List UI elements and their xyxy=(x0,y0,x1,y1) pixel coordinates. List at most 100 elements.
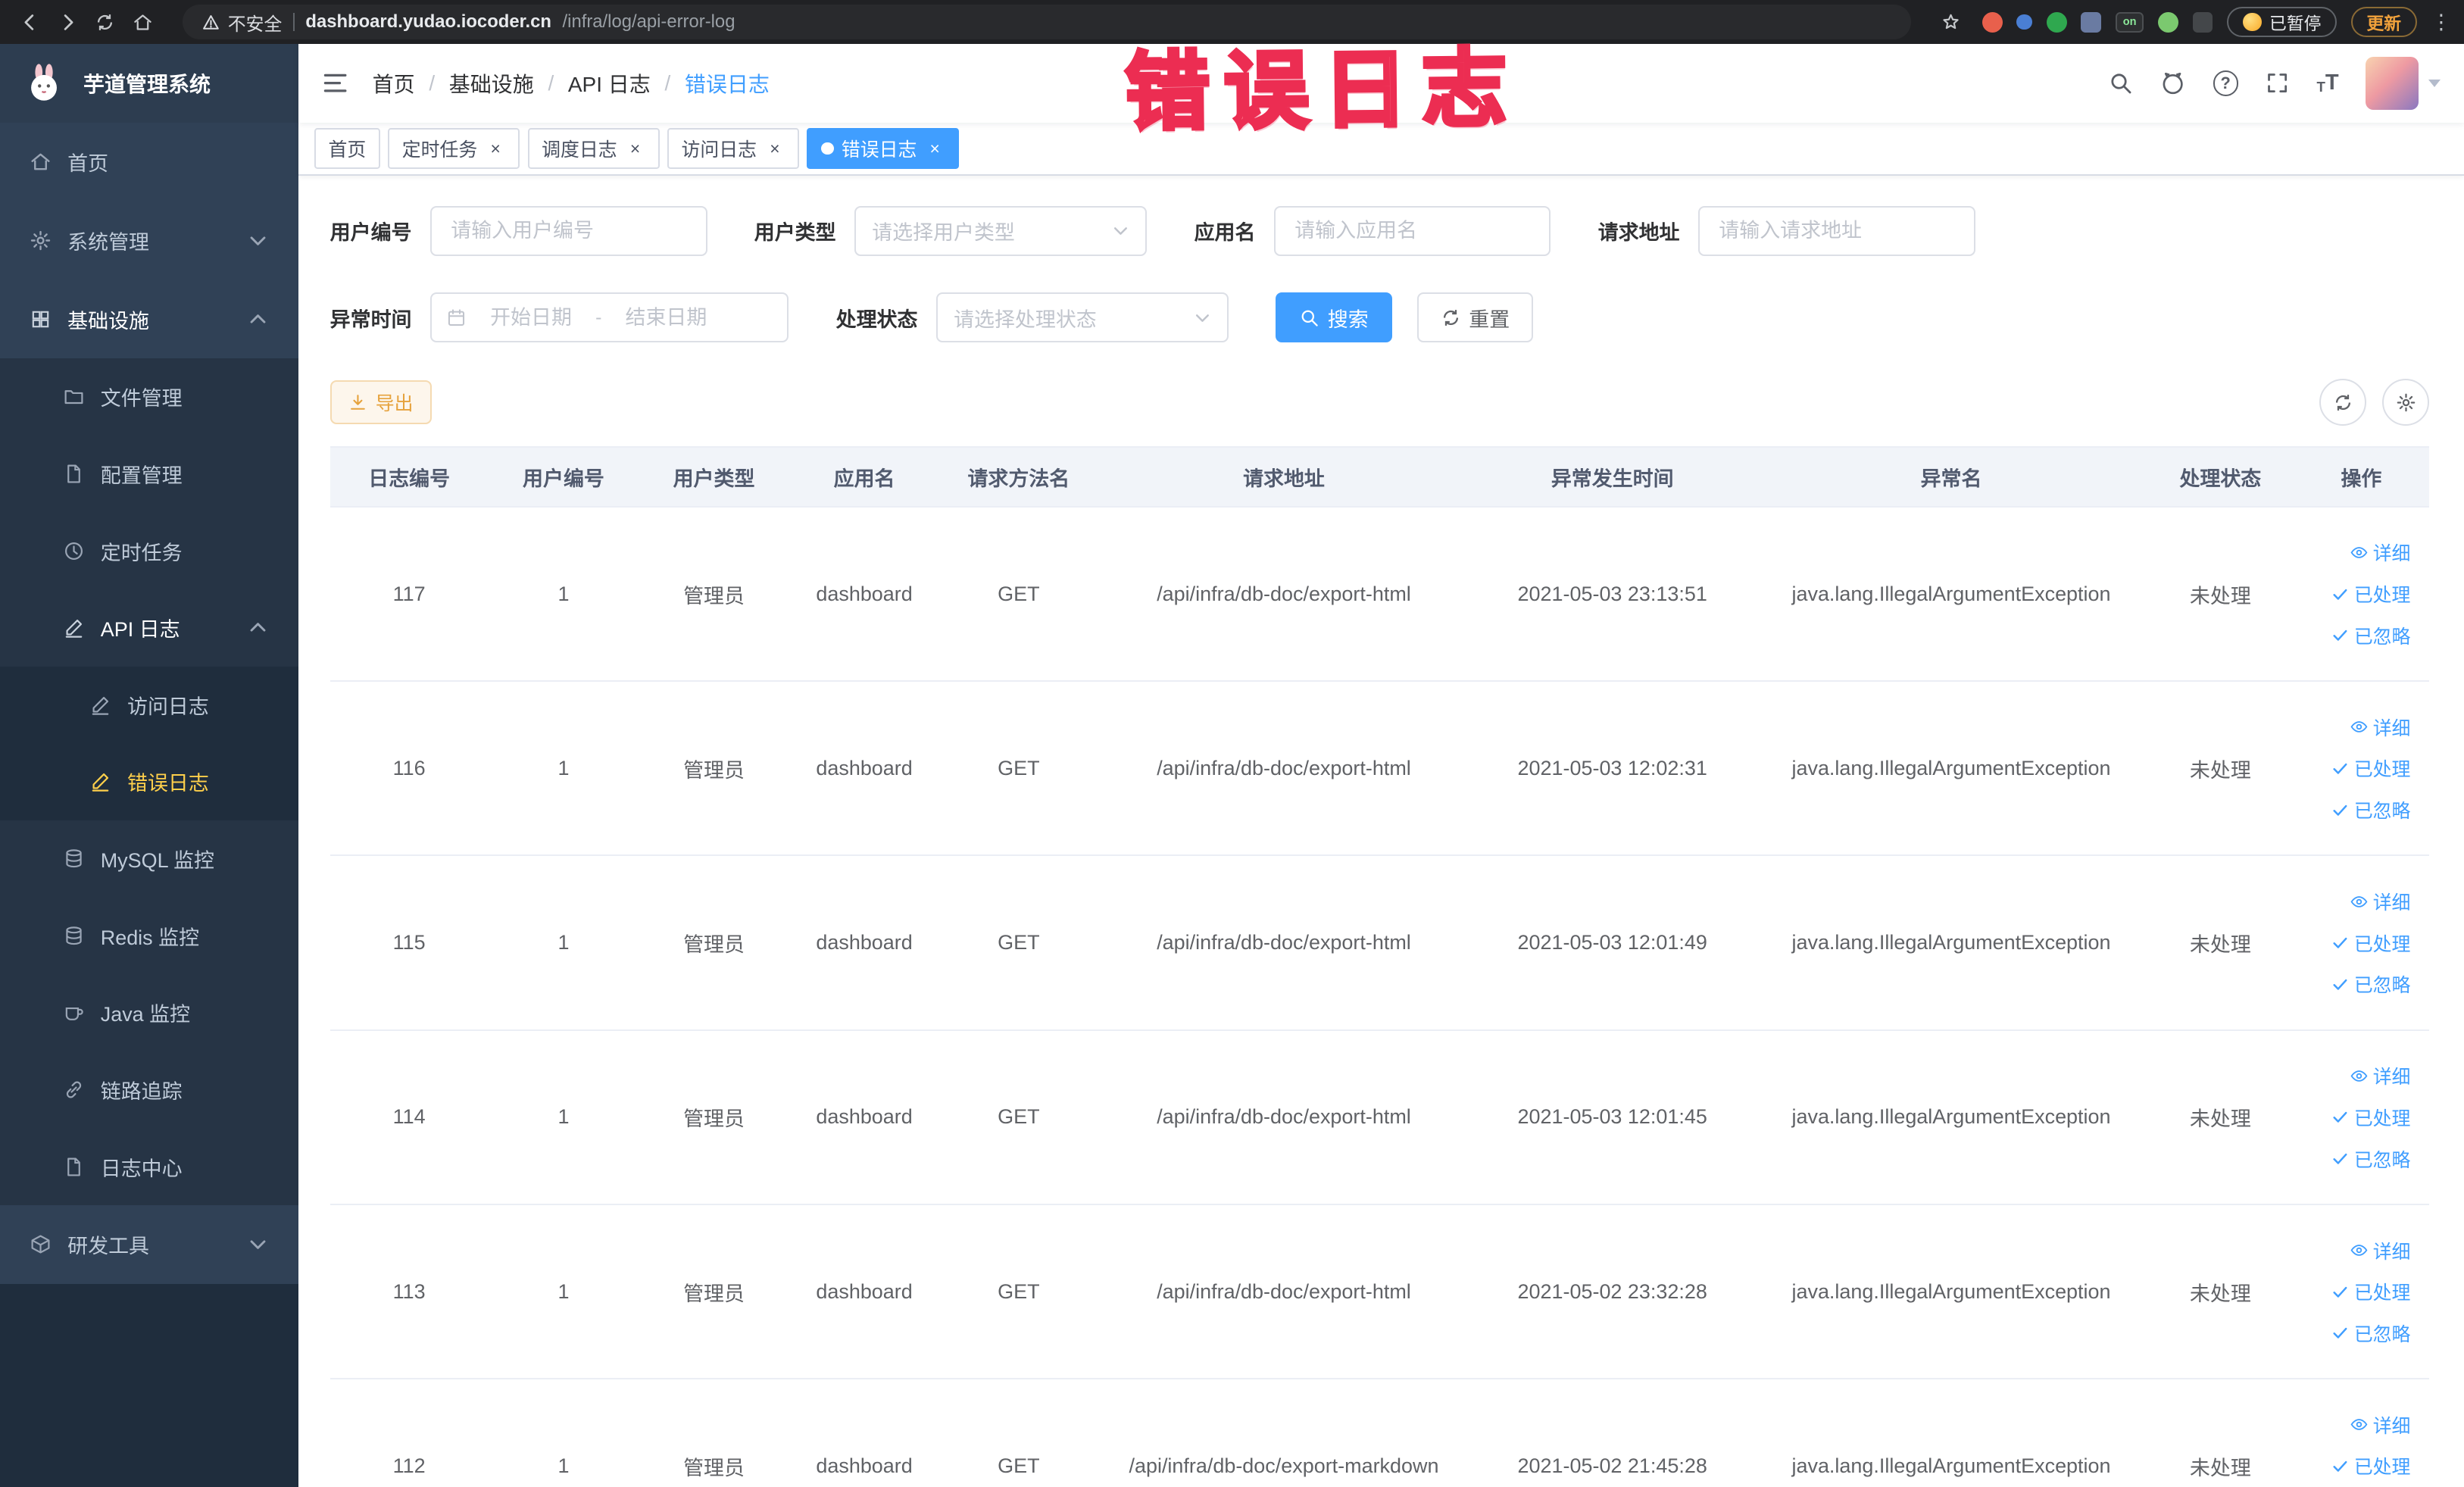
user-id-input[interactable] xyxy=(430,205,707,257)
sidebar-item-api-log[interactable]: API 日志 xyxy=(0,589,299,667)
database-icon xyxy=(63,848,85,870)
detail-link[interactable]: 详细 xyxy=(2350,539,2410,566)
tab-error-log[interactable]: 错误日志 xyxy=(807,128,960,170)
search-button[interactable]: 搜索 xyxy=(1276,292,1392,343)
start-date-input[interactable] xyxy=(476,305,586,330)
browser-forward-button[interactable] xyxy=(50,5,85,39)
reset-button-label: 重置 xyxy=(1469,308,1510,331)
edit-icon xyxy=(89,694,111,716)
end-date-input[interactable] xyxy=(611,305,722,330)
github-link-button[interactable] xyxy=(2160,70,2186,96)
mark-ignored-link[interactable]: 已忽略 xyxy=(2331,796,2410,823)
cell-user-id: 1 xyxy=(488,1204,639,1380)
tab-close-icon[interactable] xyxy=(764,139,785,159)
sidebar-item-log-center[interactable]: 日志中心 xyxy=(0,1128,299,1205)
sidebar-item-label: 首页 xyxy=(67,152,109,176)
process-status-select[interactable]: 请选择处理状态 xyxy=(936,292,1229,343)
exception-time-range-picker[interactable]: - xyxy=(430,292,789,343)
mark-ignored-link[interactable]: 已忽略 xyxy=(2331,1145,2410,1173)
tab-access-log[interactable]: 访问日志 xyxy=(667,128,799,170)
sidebar-item-infra[interactable]: 基础设施 xyxy=(0,280,299,358)
sidebar-item-file-manage[interactable]: 文件管理 xyxy=(0,358,299,436)
breadcrumb-home[interactable]: 首页 xyxy=(373,68,415,98)
detail-link[interactable]: 详细 xyxy=(2350,714,2410,741)
security-indicator[interactable]: 不安全 xyxy=(201,9,282,36)
browser-update-button[interactable]: 更新 xyxy=(2350,7,2417,37)
header-search-button[interactable] xyxy=(2108,70,2133,95)
tab-scheduled-job[interactable]: 定时任务 xyxy=(388,128,520,170)
tab-label: 错误日志 xyxy=(841,139,917,161)
user-type-select[interactable]: 请选择用户类型 xyxy=(854,205,1148,257)
sidebar-item-access-log[interactable]: 访问日志 xyxy=(0,666,299,744)
sidebar-item-scheduled-job[interactable]: 定时任务 xyxy=(0,512,299,589)
reset-button[interactable]: 重置 xyxy=(1416,292,1534,343)
extension-icon-4[interactable] xyxy=(2081,11,2102,33)
detail-link[interactable]: 详细 xyxy=(2350,888,2410,915)
column-header: 请求方法名 xyxy=(939,446,1098,508)
bookmark-star-button[interactable] xyxy=(1933,5,1968,39)
mark-processed-link[interactable]: 已处理 xyxy=(2331,1104,2410,1131)
mark-processed-link[interactable]: 已处理 xyxy=(2331,754,2410,782)
paused-extension-pill[interactable]: 已暂停 xyxy=(2227,7,2338,37)
mark-ignored-link[interactable]: 已忽略 xyxy=(2331,622,2410,649)
column-settings-button[interactable] xyxy=(2382,378,2430,426)
tab-close-icon[interactable] xyxy=(925,139,945,159)
warning-icon xyxy=(201,13,220,32)
extension-icon-5[interactable] xyxy=(2157,11,2178,33)
app-logo[interactable]: 芋道管理系统 xyxy=(0,44,299,123)
mark-ignored-link[interactable]: 已忽略 xyxy=(2331,1320,2410,1347)
tab-home[interactable]: 首页 xyxy=(314,128,380,170)
app-name-input[interactable] xyxy=(1274,205,1551,257)
user-menu[interactable] xyxy=(2365,56,2441,111)
font-size-button[interactable] xyxy=(2316,72,2338,94)
search-button-label: 搜索 xyxy=(1327,308,1369,331)
browser-home-button[interactable] xyxy=(126,5,161,39)
tab-close-icon[interactable] xyxy=(486,139,506,159)
mark-processed-link[interactable]: 已处理 xyxy=(2331,1452,2410,1479)
help-button[interactable] xyxy=(2213,70,2238,96)
fullscreen-button[interactable] xyxy=(2265,70,2290,95)
browser-back-button[interactable] xyxy=(13,5,48,39)
cell-time: 2021-05-03 23:13:51 xyxy=(1469,506,1755,683)
tab-schedule-log[interactable]: 调度日志 xyxy=(527,128,660,170)
extension-icon-3[interactable] xyxy=(2046,11,2067,33)
detail-link[interactable]: 详细 xyxy=(2350,1237,2410,1264)
extension-icon-6[interactable] xyxy=(2192,11,2213,33)
address-bar[interactable]: 不安全 dashboard.yudao.iocoder.cn/infra/log… xyxy=(182,5,1912,39)
mark-processed-link[interactable]: 已处理 xyxy=(2331,580,2410,608)
sidebar-item-redis-monitor[interactable]: Redis 监控 xyxy=(0,897,299,975)
sidebar-item-dev-tools[interactable]: 研发工具 xyxy=(0,1205,299,1284)
sidebar-item-trace[interactable]: 链路追踪 xyxy=(0,1051,299,1129)
request-url-input[interactable] xyxy=(1698,205,1975,257)
paused-label: 已暂停 xyxy=(2269,13,2322,33)
browser-menu-button[interactable]: ⋮ xyxy=(2431,11,2451,34)
extension-icon-1[interactable] xyxy=(1982,11,2003,33)
sidebar-item-error-log[interactable]: 错误日志 xyxy=(0,743,299,820)
breadcrumb-separator: / xyxy=(429,70,436,95)
column-header: 日志编号 xyxy=(329,446,489,508)
breadcrumb-infra[interactable]: 基础设施 xyxy=(449,68,534,98)
table-toolbar: 导出 xyxy=(329,378,2430,426)
sidebar-item-label: 访问日志 xyxy=(127,695,209,718)
refresh-table-button[interactable] xyxy=(2319,378,2367,426)
sidebar-toggle-button[interactable] xyxy=(322,70,348,96)
action-label: 已处理 xyxy=(2353,1282,2411,1304)
app-title: 芋道管理系统 xyxy=(83,72,211,96)
browser-refresh-button[interactable] xyxy=(88,5,123,39)
extension-on-badge[interactable]: on xyxy=(2115,11,2144,33)
export-button[interactable]: 导出 xyxy=(329,380,433,425)
mark-processed-link[interactable]: 已处理 xyxy=(2331,1278,2411,1305)
tab-close-icon[interactable] xyxy=(625,139,645,159)
check-icon xyxy=(2331,1282,2350,1301)
extension-icon-2[interactable] xyxy=(2016,14,2032,30)
sidebar-item-home[interactable]: 首页 xyxy=(0,122,299,201)
sidebar-item-config-manage[interactable]: 配置管理 xyxy=(0,435,299,513)
detail-link[interactable]: 详细 xyxy=(2350,1411,2410,1439)
sidebar-item-java-monitor[interactable]: Java 监控 xyxy=(0,974,299,1051)
sidebar-item-system[interactable]: 系统管理 xyxy=(0,201,299,280)
mark-ignored-link[interactable]: 已忽略 xyxy=(2331,970,2410,998)
detail-link[interactable]: 详细 xyxy=(2350,1062,2410,1089)
breadcrumb-api-log[interactable]: API 日志 xyxy=(568,68,651,98)
mark-processed-link[interactable]: 已处理 xyxy=(2331,929,2410,957)
sidebar-item-mysql-monitor[interactable]: MySQL 监控 xyxy=(0,820,299,898)
